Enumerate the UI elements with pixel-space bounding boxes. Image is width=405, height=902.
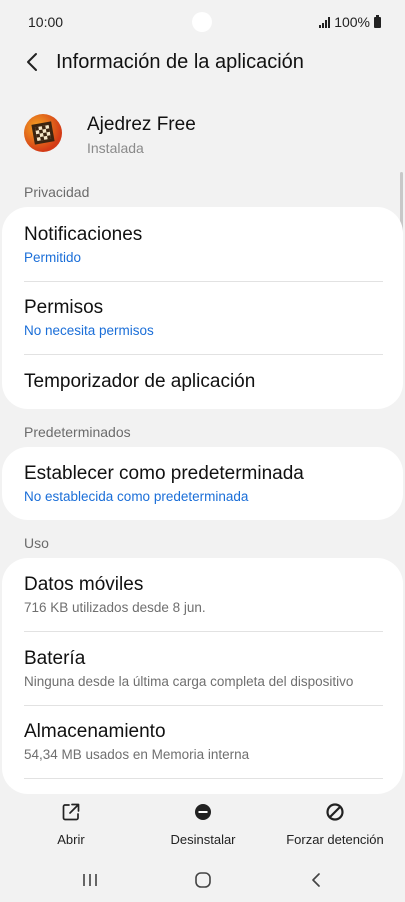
privacy-card: Notificaciones Permitido Permisos No nec…: [2, 207, 403, 409]
section-privacy-label: Privacidad: [24, 184, 90, 200]
uninstall-button[interactable]: Desinstalar: [162, 802, 244, 847]
recents-button[interactable]: [70, 868, 110, 892]
app-timer-title: Temporizador de aplicación: [24, 371, 256, 392]
app-bar: Información de la aplicación: [0, 40, 405, 84]
defaults-card: Establecer como predeterminada No establ…: [2, 447, 403, 520]
notifications-status: Permitido: [24, 250, 82, 265]
back-nav-button[interactable]: [296, 868, 336, 892]
app-name: Ajedrez Free: [87, 114, 196, 135]
signal-icon: [319, 16, 331, 28]
storage-item[interactable]: Almacenamiento 54,34 MB usados en Memori…: [24, 721, 383, 762]
open-label: Abrir: [57, 832, 85, 847]
divider: [24, 778, 383, 779]
system-nav-bar: [0, 858, 405, 902]
bottom-action-bar: Abrir Desinstalar Forzar detención: [0, 796, 405, 856]
block-icon: [326, 803, 344, 821]
permissions-status: No necesita permisos: [24, 323, 154, 338]
set-default-title: Establecer como predeterminada: [24, 463, 304, 484]
mobile-data-title: Datos móviles: [24, 574, 144, 595]
front-camera: [192, 12, 212, 32]
app-install-status: Instalada: [87, 140, 144, 156]
force-stop-button[interactable]: Forzar detención: [281, 802, 389, 847]
battery-usage: Ninguna desde la última carga completa d…: [24, 674, 354, 689]
home-button[interactable]: [183, 868, 223, 892]
battery-title: Batería: [24, 648, 86, 669]
divider: [24, 631, 383, 632]
battery-item[interactable]: Batería Ninguna desde la última carga co…: [24, 648, 383, 689]
back-nav-icon: [312, 873, 320, 887]
open-external-icon: [62, 803, 80, 821]
force-stop-label: Forzar detención: [286, 832, 384, 847]
recents-icon: [83, 874, 97, 886]
battery-icon: [374, 14, 381, 28]
minus-circle-icon: [195, 804, 211, 820]
section-defaults-label: Predeterminados: [24, 424, 131, 440]
storage-usage: 54,34 MB usados en Memoria interna: [24, 747, 250, 762]
page-title: Información de la aplicación: [56, 50, 304, 73]
permissions-item[interactable]: Permisos No necesita permisos: [24, 297, 383, 338]
divider: [24, 354, 383, 355]
app-timer-item[interactable]: Temporizador de aplicación: [24, 371, 383, 393]
section-usage-label: Uso: [24, 535, 49, 551]
battery-percent: 100%: [334, 14, 370, 30]
notifications-item[interactable]: Notificaciones Permitido: [24, 224, 383, 265]
divider: [24, 705, 383, 706]
permissions-title: Permisos: [24, 297, 104, 318]
status-time: 10:00: [28, 14, 64, 30]
chess-app-icon: [24, 114, 62, 152]
set-default-status: No establecida como predeterminada: [24, 489, 249, 504]
mobile-data-usage: 716 KB utilizados desde 8 jun.: [24, 600, 206, 615]
open-button[interactable]: Abrir: [44, 802, 98, 847]
back-button[interactable]: [8, 40, 56, 84]
status-indicators: 100%: [319, 14, 381, 30]
app-summary: Ajedrez Free Instalada: [0, 108, 405, 164]
uninstall-label: Desinstalar: [170, 832, 236, 847]
usage-card: Datos móviles 716 KB utilizados desde 8 …: [2, 558, 403, 794]
set-default-item[interactable]: Establecer como predeterminada No establ…: [24, 463, 383, 504]
mobile-data-item[interactable]: Datos móviles 716 KB utilizados desde 8 …: [24, 574, 383, 615]
chevron-left-icon: [27, 53, 37, 71]
divider: [24, 281, 383, 282]
home-icon: [195, 872, 211, 888]
storage-title: Almacenamiento: [24, 721, 166, 742]
notifications-title: Notificaciones: [24, 224, 143, 245]
